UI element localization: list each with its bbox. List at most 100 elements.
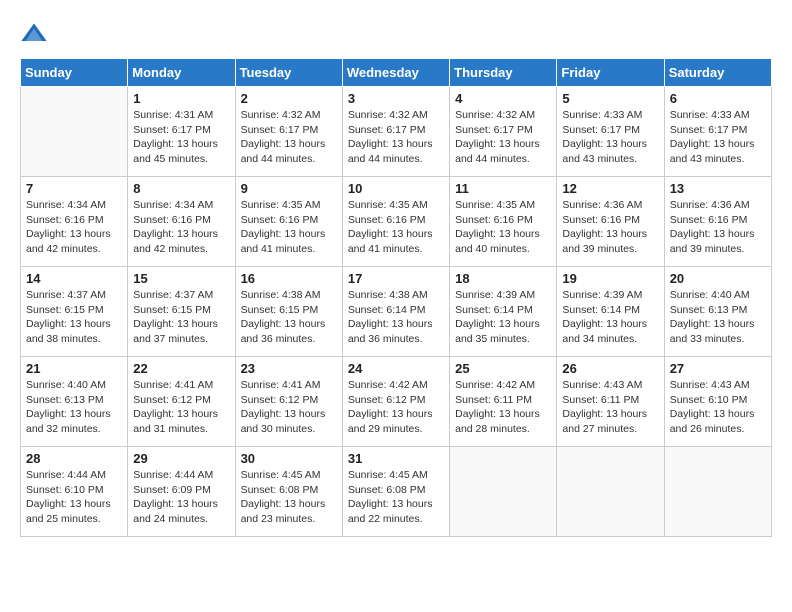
day-number: 18 xyxy=(455,271,551,286)
day-info: Sunrise: 4:36 AMSunset: 6:16 PMDaylight:… xyxy=(562,198,658,257)
calendar-table: SundayMondayTuesdayWednesdayThursdayFrid… xyxy=(20,58,772,537)
day-info: Sunrise: 4:31 AMSunset: 6:17 PMDaylight:… xyxy=(133,108,229,167)
day-number: 1 xyxy=(133,91,229,106)
day-number: 21 xyxy=(26,361,122,376)
day-number: 20 xyxy=(670,271,766,286)
day-number: 28 xyxy=(26,451,122,466)
day-number: 16 xyxy=(241,271,337,286)
calendar-day-header: Thursday xyxy=(450,59,557,87)
day-number: 10 xyxy=(348,181,444,196)
day-info: Sunrise: 4:41 AMSunset: 6:12 PMDaylight:… xyxy=(133,378,229,437)
calendar-cell: 21 Sunrise: 4:40 AMSunset: 6:13 PMDayligh… xyxy=(21,357,128,447)
calendar-cell: 9 Sunrise: 4:35 AMSunset: 6:16 PMDaylight… xyxy=(235,177,342,267)
day-info: Sunrise: 4:34 AMSunset: 6:16 PMDaylight:… xyxy=(26,198,122,257)
day-info: Sunrise: 4:32 AMSunset: 6:17 PMDaylight:… xyxy=(241,108,337,167)
day-info: Sunrise: 4:37 AMSunset: 6:15 PMDaylight:… xyxy=(26,288,122,347)
calendar-day-header: Wednesday xyxy=(342,59,449,87)
calendar-week-row: 14Sunrise: 4:37 AMSunset: 6:15 PMDayligh… xyxy=(21,267,772,357)
day-info: Sunrise: 4:38 AMSunset: 6:14 PMDaylight:… xyxy=(348,288,444,347)
day-info: Sunrise: 4:42 AMSunset: 6:11 PMDaylight:… xyxy=(455,378,551,437)
calendar-cell: 31 Sunrise: 4:45 AMSunset: 6:08 PMDayligh… xyxy=(342,447,449,537)
day-info: Sunrise: 4:43 AMSunset: 6:11 PMDaylight:… xyxy=(562,378,658,437)
calendar-cell xyxy=(450,447,557,537)
day-number: 29 xyxy=(133,451,229,466)
day-number: 26 xyxy=(562,361,658,376)
day-number: 5 xyxy=(562,91,658,106)
calendar-cell xyxy=(664,447,771,537)
day-number: 8 xyxy=(133,181,229,196)
calendar-cell: 23Sunrise: 4:41 AMSunset: 6:12 PMDayligh… xyxy=(235,357,342,447)
calendar-cell: 13 Sunrise: 4:36 AMSunset: 6:16 PMDayligh… xyxy=(664,177,771,267)
calendar-cell: 27 Sunrise: 4:43 AMSunset: 6:10 PMDayligh… xyxy=(664,357,771,447)
calendar-cell: 5 Sunrise: 4:33 AMSunset: 6:17 PMDaylight… xyxy=(557,87,664,177)
calendar-cell xyxy=(21,87,128,177)
logo xyxy=(20,20,52,48)
day-number: 4 xyxy=(455,91,551,106)
day-info: Sunrise: 4:45 AMSunset: 6:08 PMDaylight:… xyxy=(348,468,444,527)
day-number: 19 xyxy=(562,271,658,286)
calendar-cell: 28 Sunrise: 4:44 AMSunset: 6:10 PMDayligh… xyxy=(21,447,128,537)
calendar-cell: 11Sunrise: 4:35 AMSunset: 6:16 PMDayligh… xyxy=(450,177,557,267)
day-number: 2 xyxy=(241,91,337,106)
day-number: 6 xyxy=(670,91,766,106)
calendar-cell: 16 Sunrise: 4:38 AMSunset: 6:15 PMDayligh… xyxy=(235,267,342,357)
calendar-cell: 8Sunrise: 4:34 AMSunset: 6:16 PMDaylight… xyxy=(128,177,235,267)
day-info: Sunrise: 4:38 AMSunset: 6:15 PMDaylight:… xyxy=(241,288,337,347)
calendar-cell: 29 Sunrise: 4:44 AMSunset: 6:09 PMDayligh… xyxy=(128,447,235,537)
calendar-cell: 24Sunrise: 4:42 AMSunset: 6:12 PMDayligh… xyxy=(342,357,449,447)
day-info: Sunrise: 4:35 AMSunset: 6:16 PMDaylight:… xyxy=(455,198,551,257)
calendar-day-header: Sunday xyxy=(21,59,128,87)
calendar-cell: 10 Sunrise: 4:35 AMSunset: 6:16 PMDayligh… xyxy=(342,177,449,267)
day-number: 9 xyxy=(241,181,337,196)
calendar-day-header: Saturday xyxy=(664,59,771,87)
day-info: Sunrise: 4:36 AMSunset: 6:16 PMDaylight:… xyxy=(670,198,766,257)
calendar-cell: 19 Sunrise: 4:39 AMSunset: 6:14 PMDayligh… xyxy=(557,267,664,357)
calendar-cell: 17Sunrise: 4:38 AMSunset: 6:14 PMDayligh… xyxy=(342,267,449,357)
page-header xyxy=(20,20,772,48)
calendar-week-row: 7Sunrise: 4:34 AMSunset: 6:16 PMDaylight… xyxy=(21,177,772,267)
day-number: 30 xyxy=(241,451,337,466)
day-number: 27 xyxy=(670,361,766,376)
calendar-day-header: Monday xyxy=(128,59,235,87)
day-info: Sunrise: 4:37 AMSunset: 6:15 PMDaylight:… xyxy=(133,288,229,347)
day-info: Sunrise: 4:44 AMSunset: 6:09 PMDaylight:… xyxy=(133,468,229,527)
day-info: Sunrise: 4:35 AMSunset: 6:16 PMDaylight:… xyxy=(348,198,444,257)
day-number: 22 xyxy=(133,361,229,376)
day-info: Sunrise: 4:43 AMSunset: 6:10 PMDaylight:… xyxy=(670,378,766,437)
calendar-cell: 30 Sunrise: 4:45 AMSunset: 6:08 PMDayligh… xyxy=(235,447,342,537)
day-info: Sunrise: 4:40 AMSunset: 6:13 PMDaylight:… xyxy=(26,378,122,437)
day-info: Sunrise: 4:39 AMSunset: 6:14 PMDaylight:… xyxy=(455,288,551,347)
day-number: 31 xyxy=(348,451,444,466)
calendar-week-row: 28 Sunrise: 4:44 AMSunset: 6:10 PMDayligh… xyxy=(21,447,772,537)
day-number: 13 xyxy=(670,181,766,196)
calendar-cell: 4 Sunrise: 4:32 AMSunset: 6:17 PMDaylight… xyxy=(450,87,557,177)
day-info: Sunrise: 4:40 AMSunset: 6:13 PMDaylight:… xyxy=(670,288,766,347)
calendar-cell: 3Sunrise: 4:32 AMSunset: 6:17 PMDaylight… xyxy=(342,87,449,177)
day-info: Sunrise: 4:35 AMSunset: 6:16 PMDaylight:… xyxy=(241,198,337,257)
day-number: 12 xyxy=(562,181,658,196)
calendar-week-row: 1 Sunrise: 4:31 AMSunset: 6:17 PMDaylight… xyxy=(21,87,772,177)
calendar-cell: 25 Sunrise: 4:42 AMSunset: 6:11 PMDayligh… xyxy=(450,357,557,447)
calendar-day-header: Tuesday xyxy=(235,59,342,87)
calendar-cell: 18 Sunrise: 4:39 AMSunset: 6:14 PMDayligh… xyxy=(450,267,557,357)
calendar-cell: 20 Sunrise: 4:40 AMSunset: 6:13 PMDayligh… xyxy=(664,267,771,357)
day-info: Sunrise: 4:44 AMSunset: 6:10 PMDaylight:… xyxy=(26,468,122,527)
calendar-cell: 6 Sunrise: 4:33 AMSunset: 6:17 PMDaylight… xyxy=(664,87,771,177)
day-info: Sunrise: 4:33 AMSunset: 6:17 PMDaylight:… xyxy=(670,108,766,167)
calendar-cell: 15Sunrise: 4:37 AMSunset: 6:15 PMDayligh… xyxy=(128,267,235,357)
calendar-cell xyxy=(557,447,664,537)
day-info: Sunrise: 4:45 AMSunset: 6:08 PMDaylight:… xyxy=(241,468,337,527)
day-info: Sunrise: 4:39 AMSunset: 6:14 PMDaylight:… xyxy=(562,288,658,347)
calendar-week-row: 21 Sunrise: 4:40 AMSunset: 6:13 PMDayligh… xyxy=(21,357,772,447)
calendar-cell: 1 Sunrise: 4:31 AMSunset: 6:17 PMDaylight… xyxy=(128,87,235,177)
day-number: 24 xyxy=(348,361,444,376)
day-info: Sunrise: 4:41 AMSunset: 6:12 PMDaylight:… xyxy=(241,378,337,437)
logo-icon xyxy=(20,20,48,48)
calendar-day-header: Friday xyxy=(557,59,664,87)
day-number: 25 xyxy=(455,361,551,376)
day-info: Sunrise: 4:32 AMSunset: 6:17 PMDaylight:… xyxy=(455,108,551,167)
day-info: Sunrise: 4:32 AMSunset: 6:17 PMDaylight:… xyxy=(348,108,444,167)
calendar-cell: 2 Sunrise: 4:32 AMSunset: 6:17 PMDaylight… xyxy=(235,87,342,177)
calendar-cell: 7Sunrise: 4:34 AMSunset: 6:16 PMDaylight… xyxy=(21,177,128,267)
day-info: Sunrise: 4:33 AMSunset: 6:17 PMDaylight:… xyxy=(562,108,658,167)
